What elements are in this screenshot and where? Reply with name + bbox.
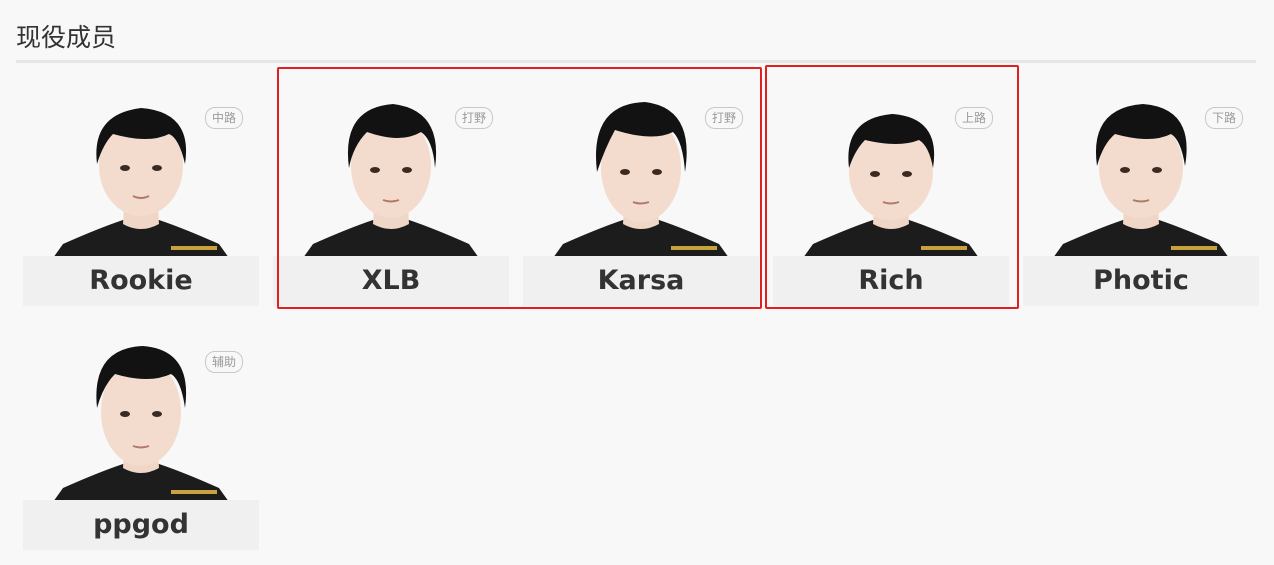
member-card-photic[interactable]: 下路 Photic xyxy=(1023,68,1259,306)
role-badge: 中路 xyxy=(204,107,243,129)
section-divider xyxy=(16,60,1256,63)
member-card-rookie[interactable]: 中路 Rookie xyxy=(23,68,259,306)
player-photo xyxy=(53,312,229,502)
player-name: ppgod xyxy=(23,500,259,550)
player-name: Rookie xyxy=(23,256,259,306)
player-photo xyxy=(53,68,229,258)
player-name: Photic xyxy=(1023,256,1259,306)
player-photo xyxy=(1053,68,1229,258)
role-badge: 辅助 xyxy=(204,351,243,373)
role-badge: 下路 xyxy=(1204,107,1243,129)
member-card-ppgod[interactable]: 辅助 ppgod xyxy=(23,312,259,550)
highlight-box-top xyxy=(765,65,1019,309)
roster-page: 现役成员 中路 Rookie 打野 XLB 打野 Karsa 上路 Rich 下… xyxy=(0,0,1274,565)
highlight-box-jungle xyxy=(277,67,762,309)
section-title: 现役成员 xyxy=(16,23,117,52)
